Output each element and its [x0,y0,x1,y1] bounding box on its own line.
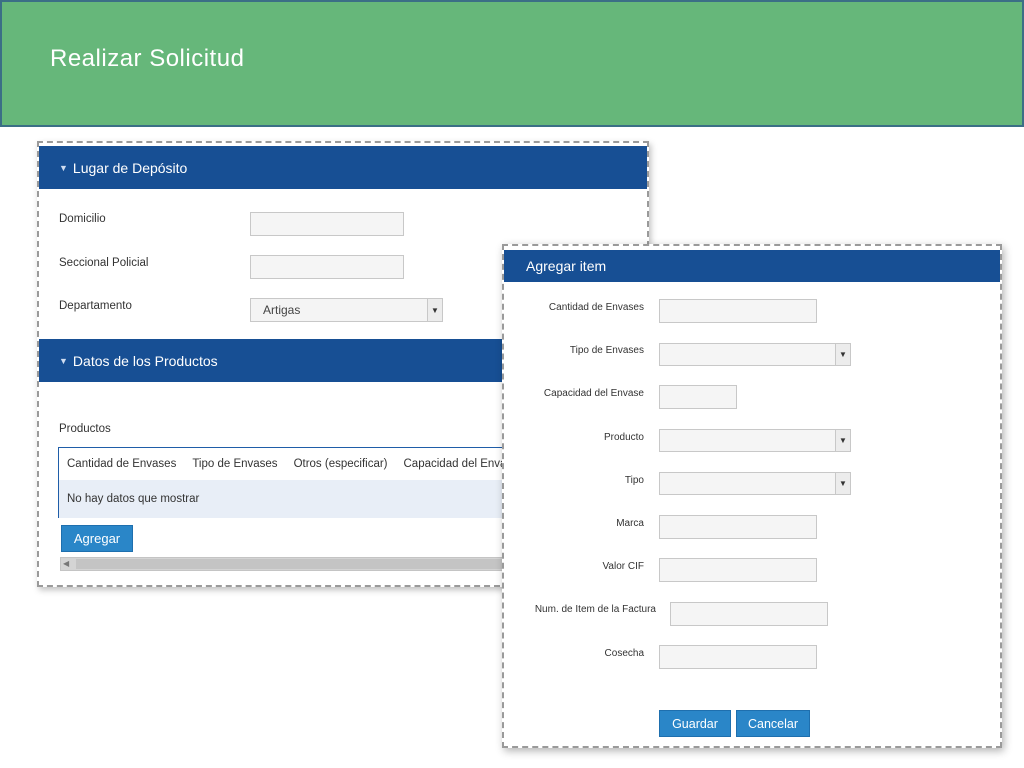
marca-input[interactable] [659,515,817,539]
save-button[interactable]: Guardar [659,710,731,737]
valor-cif-label: Valor CIF [602,561,645,572]
chevron-down-icon[interactable]: ▼ [835,430,850,451]
column-header[interactable]: Tipo de Envases [192,458,277,470]
section-title-deposit: Lugar de Depósito [72,159,188,176]
empty-table-message: No hay datos que mostrar [59,480,538,518]
num-item-input[interactable] [670,602,828,626]
producto-select[interactable]: ▼ [659,429,851,452]
add-item-dialog: Agregar item Cantidad de Envases Tipo de… [502,244,1002,748]
section-title-products: Datos de los Productos [72,352,218,369]
num-item-label: Num. de Item de la Factura [534,604,656,615]
page-title: Realizar Solicitud [50,45,245,72]
triangle-down-icon: ▼ [59,162,68,173]
tipo-select[interactable]: ▼ [659,472,851,495]
departamento-label: Departamento [59,300,132,312]
cantidad-input[interactable] [659,299,817,323]
products-label: Productos [59,423,111,435]
column-header[interactable]: Otros (especificar) [294,458,388,470]
tipo-label: Tipo [624,475,644,486]
cantidad-label: Cantidad de Envases [548,302,644,313]
cosecha-label: Cosecha [604,648,644,659]
producto-label: Producto [603,432,644,443]
tipo-envases-label: Tipo de Envases [569,345,644,356]
dialog-header: Agregar item [504,250,1000,282]
domicilio-label: Domicilio [59,213,106,225]
products-table: Cantidad de Envases Tipo de Envases Otro… [58,447,538,518]
add-product-button[interactable]: Agregar [61,525,133,552]
cosecha-input[interactable] [659,645,817,669]
seccional-input[interactable] [250,255,404,279]
capacidad-label: Capacidad del Envase [543,388,644,399]
title-banner: Realizar Solicitud [0,0,1024,127]
chevron-down-icon[interactable]: ▼ [835,344,850,365]
dialog-title: Agregar item [526,258,607,274]
arrow-left-icon[interactable]: ◀ [63,559,69,568]
domicilio-input[interactable] [250,212,404,236]
departamento-select[interactable]: Artigas ▼ [250,298,443,322]
departamento-value: Artigas [263,303,301,317]
section-header-deposit[interactable]: ▼ Lugar de Depósito [39,146,647,189]
tipo-envases-select[interactable]: ▼ [659,343,851,366]
seccional-label: Seccional Policial [59,257,149,269]
chevron-down-icon[interactable]: ▼ [427,299,442,321]
table-header-row: Cantidad de Envases Tipo de Envases Otro… [59,448,538,480]
capacidad-input[interactable] [659,385,737,409]
chevron-down-icon[interactable]: ▼ [835,473,850,494]
column-header[interactable]: Cantidad de Envases [67,458,176,470]
scrollbar-thumb[interactable] [76,559,539,569]
triangle-down-icon: ▼ [59,355,68,366]
horizontal-scrollbar[interactable]: ◀ [60,557,540,571]
valor-cif-input[interactable] [659,558,817,582]
cancel-button[interactable]: Cancelar [736,710,810,737]
marca-label: Marca [616,518,644,529]
